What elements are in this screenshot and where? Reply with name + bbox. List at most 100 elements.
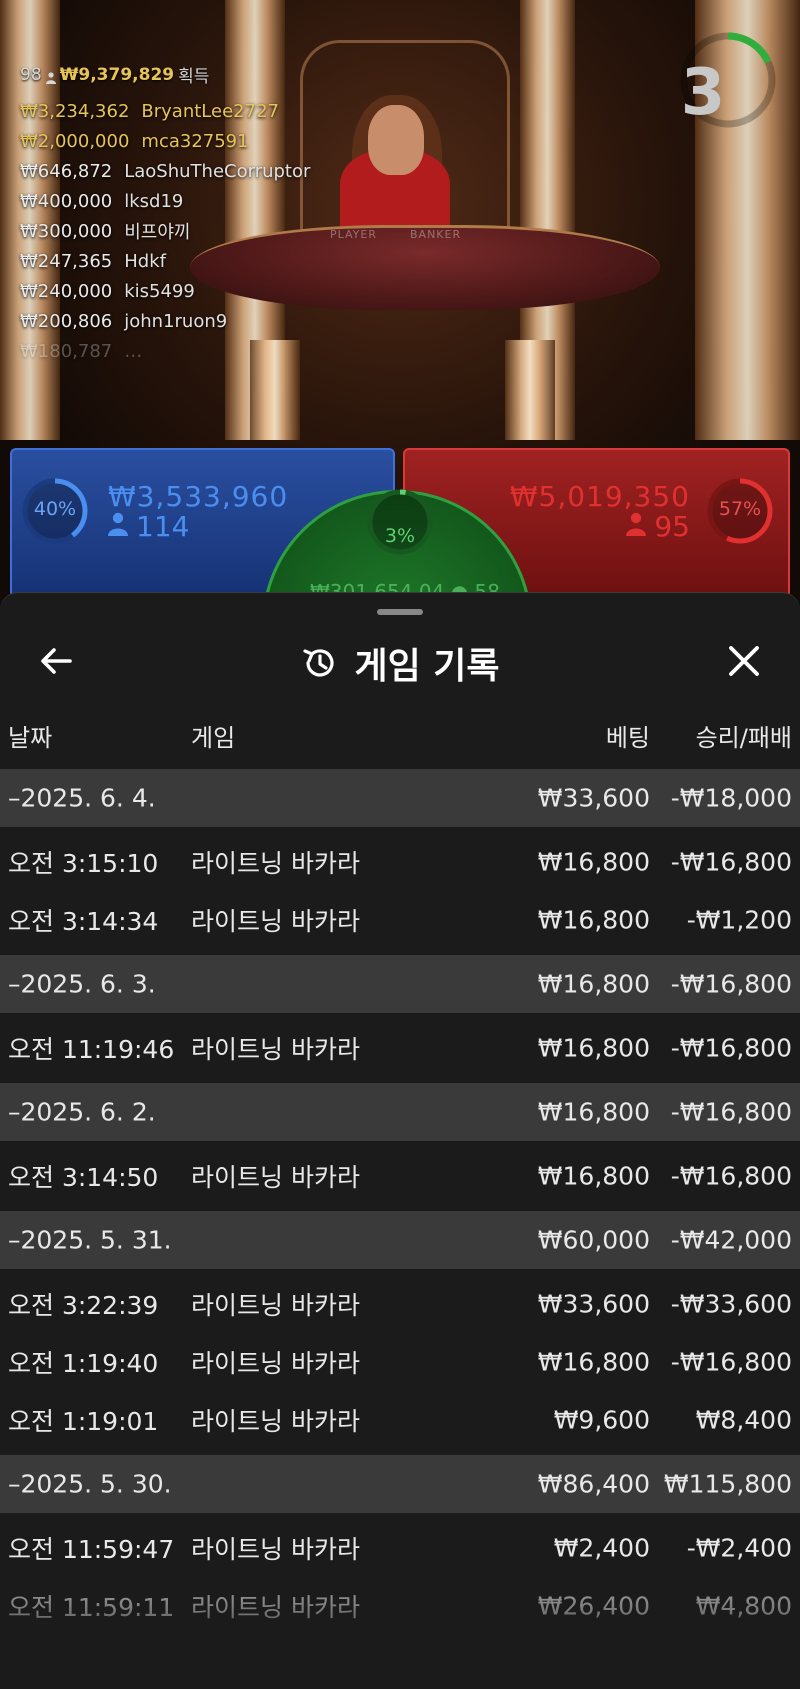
win-loss-amount: ₩8,400 <box>695 1405 792 1435</box>
countdown-timer: 3 <box>680 56 726 130</box>
bet-amount: ₩9,600 <box>553 1405 650 1435</box>
date-group-row[interactable]: –2025. 6. 2. ₩16,800 -₩16,800 <box>0 1083 800 1141</box>
round-time: 오전 3:15:10 <box>8 849 159 878</box>
winner-row: ₩300,000 비프야끼 <box>20 216 330 246</box>
winner-name: 비프야끼 <box>124 222 191 243</box>
round-time: 오전 1:19:01 <box>8 1407 159 1436</box>
winner-row: ₩240,000 kis5499 <box>20 276 330 306</box>
game-name: 라이트닝 바카라 <box>191 1291 360 1320</box>
title-group: 게임 기록 <box>0 623 800 703</box>
history-table: –2025. 6. 4. ₩33,600 -₩18,000 오전 3:15:10 라이트… <box>0 769 800 1635</box>
game-name: 라이트닝 바카라 <box>191 1407 360 1436</box>
round-time: 오전 1:19:40 <box>8 1349 159 1378</box>
winner-name: Hdkf <box>124 250 166 272</box>
win-loss-amount: -₩1,200 <box>686 905 792 935</box>
column-header-result: 승리/패배 <box>695 724 792 752</box>
bet-amount: ₩33,600 <box>537 1289 650 1319</box>
user-icon <box>108 510 128 543</box>
winner-name: kis5499 <box>124 280 195 302</box>
bet-amount: ₩16,800 <box>537 1161 650 1191</box>
game-name: 라이트닝 바카라 <box>191 1035 360 1064</box>
drag-handle[interactable] <box>377 609 423 615</box>
date-label: –2025. 6. 4. <box>8 783 156 813</box>
win-loss-amount: -₩16,800 <box>670 847 792 877</box>
banker-bettor-count: 95 <box>654 510 690 543</box>
winner-amount: ₩2,000,000 <box>20 130 130 152</box>
bet-amount: ₩16,800 <box>537 1033 650 1063</box>
close-button[interactable] <box>724 641 764 681</box>
arrow-left-icon <box>41 648 72 674</box>
total-won: ₩9,379,829 <box>59 64 175 85</box>
game-name: 라이트닝 바카라 <box>191 1535 360 1564</box>
history-row: 오전 3:22:39 라이트닝 바카라 ₩33,600 -₩33,600 <box>0 1275 800 1333</box>
win-loss-amount: -₩16,800 <box>670 1097 792 1127</box>
banker-bettors: 95 <box>626 510 690 543</box>
winner-amount: ₩240,000 <box>20 280 113 302</box>
date-group-row[interactable]: –2025. 6. 4. ₩33,600 -₩18,000 <box>0 769 800 827</box>
winner-name: … <box>124 340 143 362</box>
winner-amount: ₩400,000 <box>20 190 113 212</box>
user-icon <box>626 510 647 543</box>
player-percent: 40% <box>33 498 77 520</box>
column-header-date: 날짜 <box>8 724 53 752</box>
column-header-game: 게임 <box>191 724 236 752</box>
back-button[interactable] <box>36 641 76 681</box>
bet-amount: ₩16,800 <box>537 969 650 999</box>
game-name: 라이트닝 바카라 <box>191 1163 360 1192</box>
date-label: –2025. 6. 2. <box>8 1097 156 1127</box>
winner-amount: ₩247,365 <box>20 250 113 272</box>
player-bettor-count: 114 <box>136 510 190 543</box>
winner-row: ₩2,000,000 mca327591 <box>20 126 330 156</box>
winner-row: ₩180,787… <box>20 336 330 366</box>
bet-amount: ₩16,800 <box>537 1097 650 1127</box>
date-group-row[interactable]: –2025. 5. 31. ₩60,000 -₩42,000 <box>0 1211 800 1269</box>
win-loss-amount: -₩18,000 <box>670 783 792 813</box>
decor-pillar <box>505 340 555 440</box>
user-icon <box>45 69 56 84</box>
round-time: 오전 3:14:34 <box>8 907 159 936</box>
bet-amount: ₩16,800 <box>537 847 650 877</box>
tie-percent: 3% <box>384 525 416 547</box>
history-row: 오전 3:15:10 라이트닝 바카라 ₩16,800 -₩16,800 <box>0 833 800 891</box>
bet-amount: ₩2,400 <box>553 1533 650 1563</box>
bet-amount: ₩33,600 <box>537 783 650 813</box>
round-time: 오전 11:19:46 <box>8 1035 175 1064</box>
close-icon <box>729 646 759 676</box>
live-video-stage: PLAYER BANKER 98 ₩9,379,829 획득 ₩3,234,36… <box>0 0 800 600</box>
history-row: 오전 11:59:47 라이트닝 바카라 ₩2,400 -₩2,400 <box>0 1519 800 1577</box>
player-bettors: 114 <box>108 510 189 543</box>
winner-name: BryantLee2727 <box>141 100 279 122</box>
winner-row: ₩646,872 LaoShuTheCorruptor <box>20 156 330 186</box>
dealer-figure <box>368 105 424 175</box>
banker-percent: 57% <box>718 498 762 520</box>
winner-row: ₩3,234,362 BryantLee2727 <box>20 96 330 126</box>
win-loss-amount: -₩2,400 <box>686 1533 792 1563</box>
winner-name: LaoShuTheCorruptor <box>124 160 311 182</box>
history-row: 오전 1:19:40 라이트닝 바카라 ₩16,800 -₩16,800 <box>0 1333 800 1391</box>
table-header: 날짜 게임 베팅 승리/패배 <box>0 718 800 758</box>
date-group-row[interactable]: –2025. 5. 30. ₩86,400 ₩115,800 <box>0 1455 800 1513</box>
win-loss-amount: -₩42,000 <box>670 1225 792 1255</box>
round-time: 오전 3:22:39 <box>8 1291 159 1320</box>
winner-name: john1ruon9 <box>124 310 228 332</box>
date-label: –2025. 6. 3. <box>8 969 156 999</box>
win-loss-amount: -₩33,600 <box>670 1289 792 1319</box>
game-history-sheet: 게임 기록 날짜 게임 베팅 승리/패배 –2025. 6. 4. ₩33,600… <box>0 592 800 1689</box>
round-time: 오전 11:59:47 <box>8 1535 175 1564</box>
winner-amount: ₩200,806 <box>20 310 113 332</box>
winner-row: ₩400,000 lksd19 <box>20 186 330 216</box>
win-loss-amount: -₩16,800 <box>670 1161 792 1191</box>
round-time: 오전 3:14:50 <box>8 1163 159 1192</box>
winner-name: lksd19 <box>124 190 184 212</box>
column-header-bet: 베팅 <box>605 724 650 752</box>
game-name: 라이트닝 바카라 <box>191 907 360 936</box>
date-label: –2025. 5. 30. <box>8 1469 172 1499</box>
win-loss-amount: ₩115,800 <box>663 1469 792 1499</box>
table-label-player: PLAYER <box>330 228 377 241</box>
bet-amount: ₩60,000 <box>537 1225 650 1255</box>
bet-amount: ₩16,800 <box>537 905 650 935</box>
game-name: 라이트닝 바카라 <box>191 849 360 878</box>
game-name: 라이트닝 바카라 <box>191 1349 360 1378</box>
winner-amount: ₩646,872 <box>20 160 113 182</box>
date-group-row[interactable]: –2025. 6. 3. ₩16,800 -₩16,800 <box>0 955 800 1013</box>
